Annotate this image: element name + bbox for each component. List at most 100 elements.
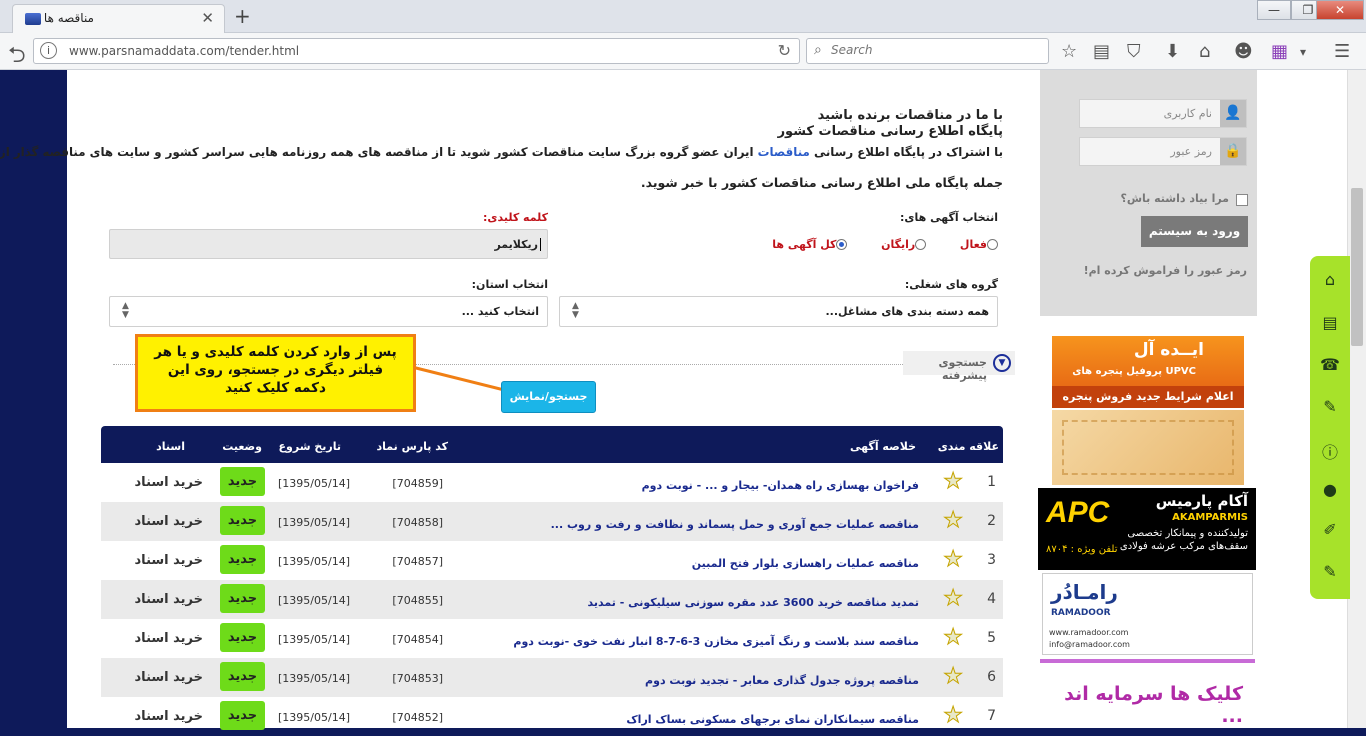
table-row: 7 ★ مناقصه سیمانکاران نمای برجهای مسکونی… xyxy=(134,701,996,730)
buy-docs-link[interactable]: خرید اسناد xyxy=(135,553,203,568)
select-arrows-icon: ▲ ▼ xyxy=(122,301,129,320)
cctv-ad[interactable] xyxy=(1052,410,1244,485)
user-icon: 👤 xyxy=(1220,100,1246,127)
slogan-line: با ما در مناقصات برنده باشید xyxy=(817,108,1003,123)
tender-title-link[interactable]: مناقصه عملیات جمع آوری و حمل پسماند و نظ… xyxy=(551,518,919,531)
menu-icon[interactable]: ☰ xyxy=(1334,41,1350,62)
buy-docs-link[interactable]: خرید اسناد xyxy=(135,514,203,529)
select-arrows-icon: ▲ ▼ xyxy=(572,301,579,320)
search-icon: ⌕ xyxy=(814,42,822,58)
favorite-star-icon[interactable]: ★ xyxy=(943,469,964,495)
favorite-star-icon[interactable]: ★ xyxy=(943,625,964,651)
buy-docs-link[interactable]: خرید اسناد xyxy=(135,670,203,685)
advanced-search-label: جستجوی پیشرفته xyxy=(938,356,987,382)
keyword-input[interactable]: ریکلایمر xyxy=(109,229,548,259)
buy-docs-link[interactable]: خرید اسناد xyxy=(135,631,203,646)
site-favicon-icon xyxy=(25,13,41,25)
reload-icon[interactable]: ↻ xyxy=(778,41,791,60)
chevron-down-icon[interactable]: ▾ xyxy=(1300,45,1306,59)
new-tab-icon[interactable]: + xyxy=(234,4,251,28)
favorite-star-icon[interactable]: ★ xyxy=(943,508,964,534)
search-show-button[interactable]: جستجو/نمایش xyxy=(501,381,596,413)
tab-title: مناقصه ها xyxy=(43,11,94,25)
login-button[interactable]: ورود به سیستم xyxy=(1141,216,1248,247)
header-start-date: تاریخ شروع xyxy=(278,440,342,453)
idea-upvc-ad[interactable]: ایــده آل UPVC پروفیل پنجره های اعلام شر… xyxy=(1052,336,1244,408)
job-group-label: گروه های شغلی: xyxy=(904,278,998,291)
home-icon[interactable]: ⌂ xyxy=(1320,270,1340,289)
url-text: www.parsnamaddata.com/tender.html xyxy=(69,44,300,58)
favorite-star-icon[interactable]: ★ xyxy=(943,703,964,729)
remember-label: مرا بیاد داشته باش؟ xyxy=(1120,192,1229,205)
table-row: 1 ★ فراخوان بهسازی راه همدان- بیجار و ..… xyxy=(134,467,996,496)
invest-ad[interactable]: کلیک ها سرمایه اند ... xyxy=(1040,659,1255,728)
radio-all[interactable] xyxy=(836,239,848,250)
intro-paragraph-line1: با اشتراک در پایگاه اطلاع رسانی مناقصات … xyxy=(0,145,1003,159)
document-icon[interactable]: ▤ xyxy=(1320,313,1340,332)
status-badge: جدید xyxy=(220,662,265,691)
instruction-callout: پس از وارد کردن کلمه کلیدی و یا هر فیلتر… xyxy=(135,334,416,412)
ad-type-radio-group: فعال رایگان کل آگهی ها xyxy=(768,237,998,251)
tender-title-link[interactable]: مناقصه پروژه جدول گذاری معابر - تجدید نو… xyxy=(645,674,919,687)
password-field[interactable]: 🔒 رمز عبور xyxy=(1079,137,1247,166)
forgot-password-link[interactable]: رمز عبور را فراموش کرده ام! xyxy=(1084,264,1247,277)
tender-title-link[interactable]: مناقصه سیمانکاران نمای برجهای مسکونی بسا… xyxy=(626,713,919,726)
bookmark-star-icon[interactable]: ☆ xyxy=(1061,41,1077,62)
tenders-link[interactable]: مناقصات xyxy=(758,145,810,159)
info-icon[interactable]: ⓘ xyxy=(1320,439,1340,463)
table-row: 3 ★ مناقصه عملیات راهسازی بلوار فتح المب… xyxy=(134,545,996,574)
advanced-search-toggle[interactable]: ▼ جستجوی پیشرفته xyxy=(903,351,1015,382)
tender-title-link[interactable]: مناقصه عملیات راهسازی بلوار فتح المبین xyxy=(692,557,919,570)
tender-title-link[interactable]: تمدید مناقصه خرید 3600 عدد مقره سوزنی سی… xyxy=(588,596,919,609)
tender-title-link[interactable]: مناقصه سند بلاست و رنگ آمیزی مخازن 3-6-7… xyxy=(513,635,919,648)
username-field[interactable]: 👤 نام کاربری xyxy=(1079,99,1247,128)
notes-icon[interactable]: ✎ xyxy=(1320,562,1340,581)
phone-icon[interactable]: ☎ xyxy=(1320,355,1340,374)
scrollbar-thumb[interactable] xyxy=(1351,188,1363,346)
status-badge: جدید xyxy=(220,467,265,496)
radio-active[interactable] xyxy=(987,239,998,250)
close-window-button[interactable]: ✕ xyxy=(1316,0,1364,20)
apps-grid-icon[interactable]: ▦ xyxy=(1271,41,1288,62)
browser-tab[interactable]: مناقصه ها ✕ xyxy=(12,4,225,33)
job-group-select[interactable]: همه دسته بندی های مشاغل... ▲ ▼ xyxy=(559,296,998,327)
edit-icon[interactable]: ✐ xyxy=(1320,520,1340,539)
back-arrow-icon[interactable]: ⮌ xyxy=(8,38,26,76)
table-row: 4 ★ تمدید مناقصه خرید 3600 عدد مقره سوزن… xyxy=(101,580,1003,619)
remember-checkbox[interactable] xyxy=(1236,194,1248,206)
search-box[interactable]: ⌕ xyxy=(806,38,1049,64)
ramadoor-ad[interactable]: رامـادُر RAMADOOR www.ramadoor.com info@… xyxy=(1042,573,1253,655)
province-select[interactable]: انتخاب کنید ... ▲ ▼ xyxy=(109,296,548,327)
tab-bar: مناقصه ها ✕ + — ❐ ✕ xyxy=(0,0,1366,33)
buy-docs-link[interactable]: خرید اسناد xyxy=(135,709,203,724)
download-icon[interactable]: ⬇ xyxy=(1165,41,1180,62)
info-icon[interactable]: i xyxy=(40,42,57,59)
keyword-label: کلمه کلیدی: xyxy=(483,211,548,224)
emoji-icon[interactable]: ☻ xyxy=(1234,41,1253,62)
user-icon[interactable]: ● xyxy=(1320,480,1340,499)
reading-list-icon[interactable]: ▤ xyxy=(1093,41,1110,62)
home-icon[interactable]: ⌂ xyxy=(1199,41,1210,62)
search-input[interactable] xyxy=(831,43,1031,57)
akam-parmis-ad[interactable]: APC آکام پارمیس AKAMPARMIS تولیدکننده و … xyxy=(1038,488,1256,570)
tender-title-link[interactable]: فراخوان بهسازی راه همدان- بیجار و ... - … xyxy=(642,479,919,492)
header-summary: خلاصه آگهی xyxy=(850,440,916,453)
edit-icon[interactable]: ✎ xyxy=(1320,397,1340,416)
province-label: انتخاب استان: xyxy=(471,278,548,291)
close-tab-icon[interactable]: ✕ xyxy=(201,9,214,27)
apc-logo: APC xyxy=(1046,496,1110,529)
status-badge: جدید xyxy=(220,584,265,613)
table-row: 6 ★ مناقصه پروژه جدول گذاری معابر - تجدی… xyxy=(101,658,1003,697)
radio-free[interactable] xyxy=(915,239,927,250)
header-favorite: علاقه مندی xyxy=(937,440,999,453)
pocket-icon[interactable]: ⛉ xyxy=(1127,41,1141,62)
status-badge: جدید xyxy=(220,623,265,652)
favorite-star-icon[interactable]: ★ xyxy=(943,586,964,612)
minimize-window-button[interactable]: — xyxy=(1257,0,1291,20)
favorite-star-icon[interactable]: ★ xyxy=(943,547,964,573)
status-badge: جدید xyxy=(220,545,265,574)
buy-docs-link[interactable]: خرید اسناد xyxy=(135,592,203,607)
buy-docs-link[interactable]: خرید اسناد xyxy=(135,475,203,490)
url-bar[interactable]: i www.parsnamaddata.com/tender.html ↻ xyxy=(33,38,800,64)
favorite-star-icon[interactable]: ★ xyxy=(943,664,964,690)
